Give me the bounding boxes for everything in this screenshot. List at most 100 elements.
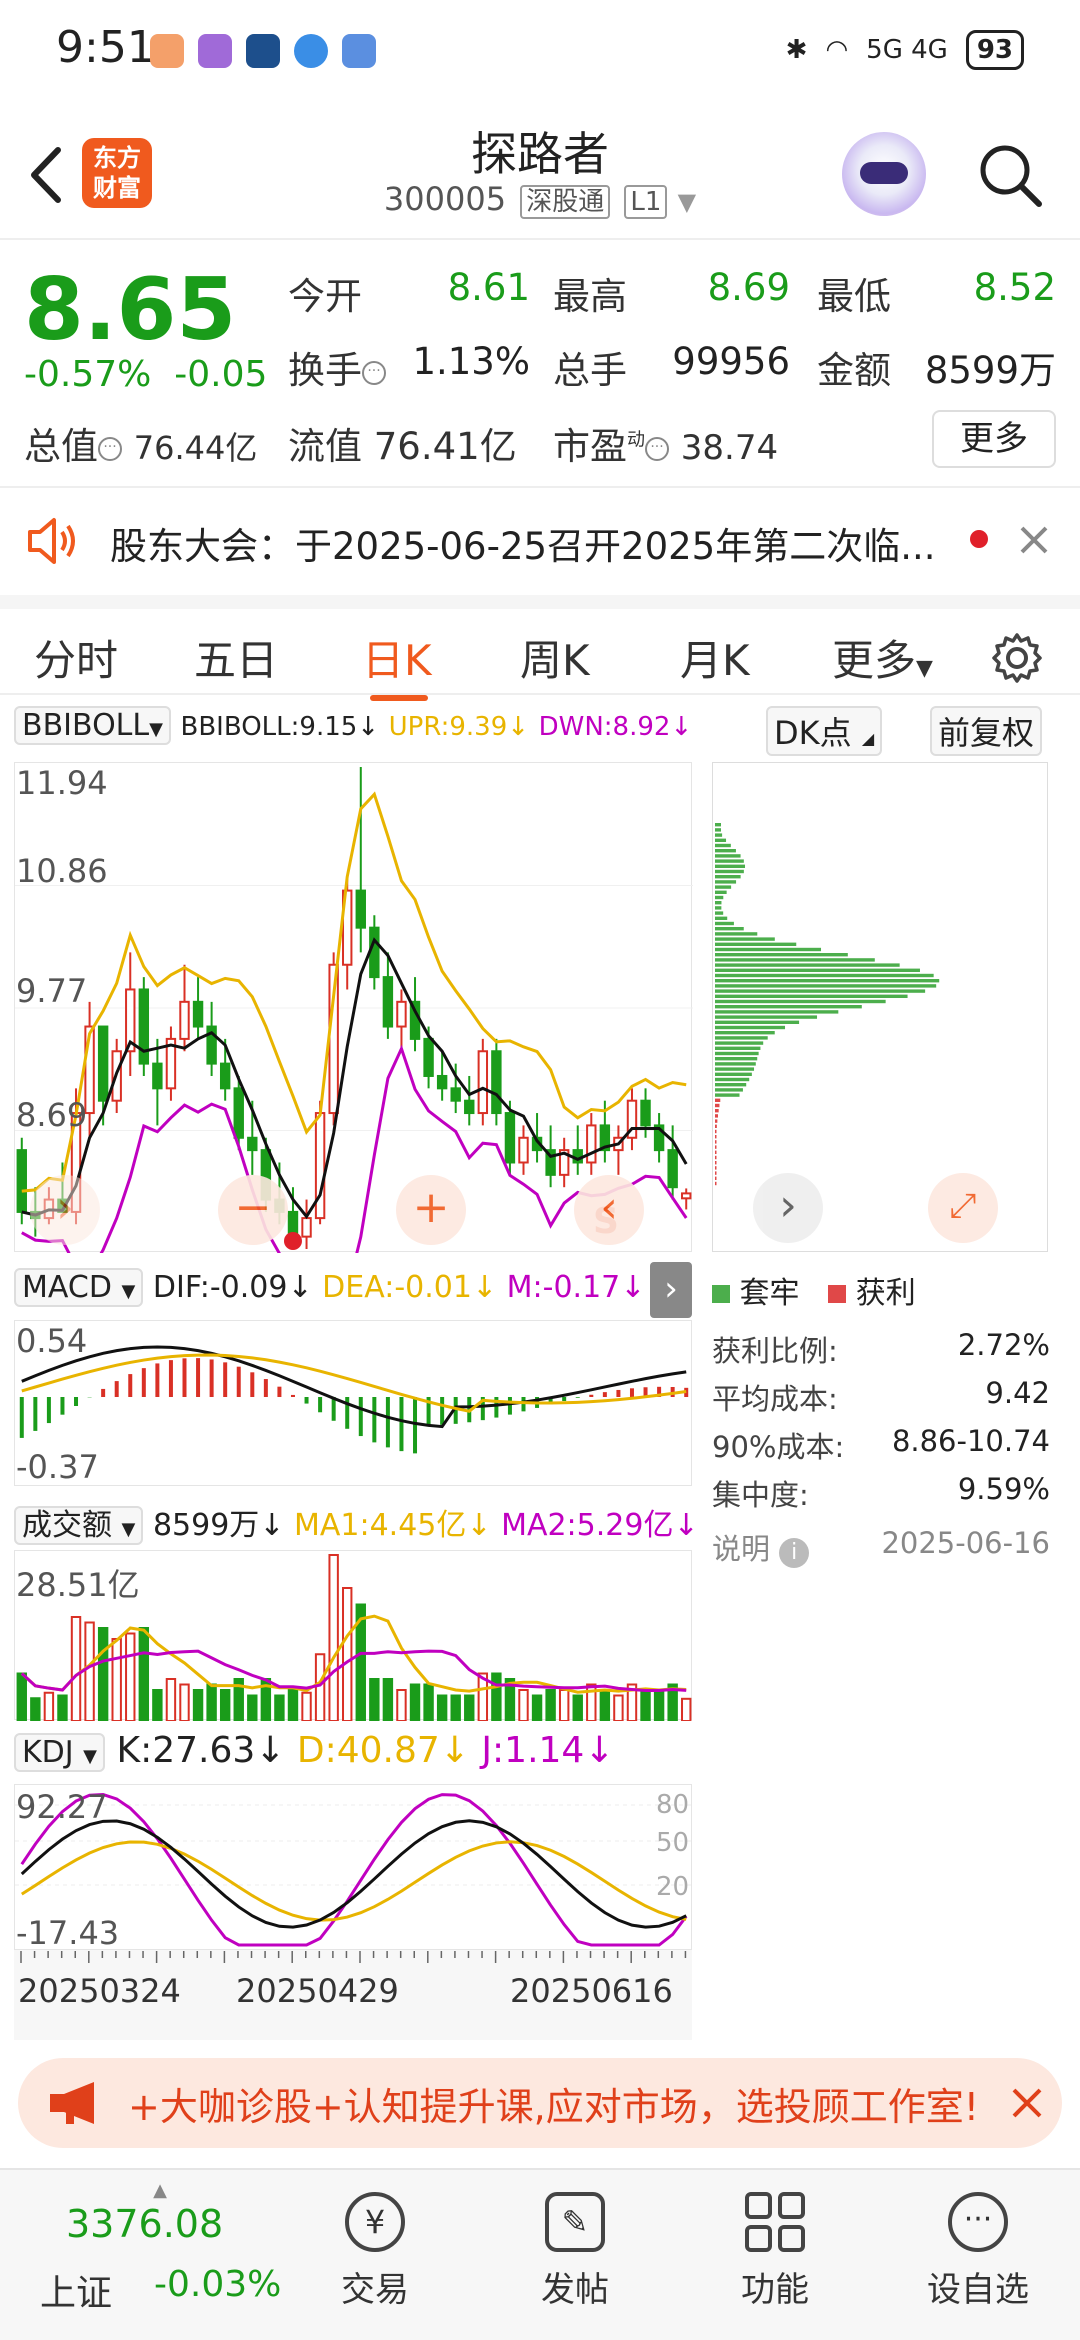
kdj-axis-label: 92.27 <box>16 1788 108 1826</box>
chip-distribution-panel[interactable]: › ⤢ <box>712 762 1048 1252</box>
volume-bar <box>314 1653 326 1722</box>
dropdown-corner-icon: ◢ <box>861 729 875 748</box>
gear-icon[interactable] <box>990 631 1044 685</box>
volume-bar <box>125 1632 136 1722</box>
volume-bar <box>152 1689 163 1722</box>
search-icon[interactable] <box>975 140 1045 210</box>
nav-functions[interactable]: 功能 <box>700 2180 850 2311</box>
ma2-value: MA2:5.29亿↓ <box>501 1508 699 1543</box>
dk-point-select[interactable]: DK点 ◢ <box>766 706 883 756</box>
d-line <box>20 1840 687 1922</box>
chevron-right-icon[interactable]: › <box>753 1173 823 1243</box>
nav-add-watchlist[interactable]: ··· 设自选 <box>903 2180 1053 2311</box>
expand-icon[interactable]: ⤢ <box>928 1173 998 1243</box>
volume-bar <box>179 1683 190 1722</box>
chip-bar <box>715 895 724 900</box>
chip-bar <box>715 1140 717 1144</box>
app-notification-icon <box>198 34 232 68</box>
ai-assistant-avatar[interactable] <box>842 132 926 216</box>
volume-bar <box>342 1587 353 1722</box>
ad-banner[interactable]: +大咖诊股+认知提升课,应对市场，选投顾工作室! <box>18 2058 1062 2148</box>
volume-bar <box>16 1672 27 1722</box>
macd-select[interactable]: MACD ▼ <box>14 1268 144 1307</box>
k-line <box>20 1819 687 1929</box>
chip-bar <box>715 838 727 842</box>
kline-panel[interactable]: S <box>14 762 693 1305</box>
ad-text[interactable]: +大咖诊股+认知提升课,应对市场，选投顾工作室! <box>128 2076 979 2131</box>
volume-value: 99956 <box>672 340 790 383</box>
level-tag[interactable]: L1 <box>624 185 668 219</box>
volume-select[interactable]: 成交额 ▼ <box>14 1506 144 1545</box>
tab-daily-k[interactable]: 日K <box>362 627 432 688</box>
tab-intraday[interactable]: 分时 <box>34 627 118 688</box>
adjust-select[interactable]: 前复权 <box>930 706 1043 756</box>
volume-bar <box>247 1694 258 1722</box>
notice-text[interactable]: 股东大会：于2025-06-25召开2025年第二次临... <box>110 516 935 570</box>
chip-bar <box>715 890 727 894</box>
volume-bar <box>328 1554 339 1722</box>
candle-body <box>504 1112 516 1164</box>
volume-bar <box>43 1691 55 1722</box>
nav-trade[interactable]: ¥ 交易 <box>300 2180 450 2311</box>
volume-bar <box>219 1689 231 1722</box>
info-dots-icon[interactable]: ··· <box>98 436 122 461</box>
volume-indicator-row: 成交额 ▼ 8599万↓ MA1:4.45亿↓ MA2:5.29亿↓ <box>14 1500 699 1545</box>
date-axis-ticks <box>20 1951 687 1963</box>
index-value: 3376.08 <box>66 2202 224 2246</box>
chip-bar <box>715 1088 743 1092</box>
volume-bar <box>396 1689 407 1722</box>
notice-bar[interactable]: 股东大会：于2025-06-25召开2025年第二次临... <box>0 490 1080 590</box>
change-amount: -0.05 <box>174 354 268 395</box>
volume-bar <box>165 1678 177 1722</box>
close-icon[interactable] <box>1016 522 1052 558</box>
chip-date: 2025-06-16 <box>881 1526 1050 1560</box>
chip-bar <box>715 1077 750 1082</box>
tab-weekly-k[interactable]: 周K <box>520 627 590 688</box>
candle-body <box>667 1149 678 1189</box>
chip-note[interactable]: 说明 i <box>712 1526 810 1568</box>
chip-bar <box>715 1119 718 1123</box>
volume-bar <box>436 1694 448 1722</box>
macd-panel[interactable] <box>14 1320 692 1486</box>
chip-bar <box>715 999 886 1004</box>
unread-dot <box>970 530 988 548</box>
info-dots-icon[interactable]: ··· <box>645 436 669 461</box>
low-value: 8.52 <box>973 266 1056 309</box>
tab-monthly-k[interactable]: 月K <box>680 627 750 688</box>
chip-bar <box>715 1155 717 1160</box>
volume-bar <box>531 1694 543 1722</box>
dropdown-triangle-icon[interactable]: ▼ <box>678 188 696 216</box>
scroll-left-button[interactable]: ‹ <box>574 1175 644 1245</box>
scroll-right-button[interactable]: › <box>30 1175 100 1245</box>
chip-bar <box>715 963 900 967</box>
dropdown-triangle-icon: ▼ <box>916 656 933 681</box>
candle-body <box>586 1124 597 1164</box>
main-indicator-select[interactable]: BBIBOLL▼ <box>14 706 171 745</box>
chip-bar <box>715 1083 747 1087</box>
dea-value: DEA:-0.01↓ <box>322 1270 498 1305</box>
tab-more[interactable]: 更多▼ <box>832 627 933 688</box>
zoom-in-button[interactable]: + <box>396 1175 466 1245</box>
candle-body <box>233 1087 244 1139</box>
float-label-text: 流值 <box>288 425 362 468</box>
chart-period-tabs: 分时 五日 日K 周K 月K 更多▼ <box>0 595 1080 701</box>
network-indicator: 5G 4G <box>866 35 948 65</box>
chip-bar <box>715 942 797 946</box>
m-value: M:-0.17↓ <box>506 1270 646 1305</box>
kdj-axis-label: -17.43 <box>16 1914 120 1952</box>
chip-bar <box>715 1025 786 1030</box>
zoom-out-button[interactable]: − <box>218 1175 288 1245</box>
turnover-label-text: 换手 <box>288 349 362 392</box>
more-button[interactable]: 更多 <box>932 410 1056 468</box>
close-icon[interactable] <box>1008 2084 1046 2122</box>
tab-five-day[interactable]: 五日 <box>194 627 278 688</box>
nav-post[interactable]: ✎ 发帖 <box>500 2180 650 2311</box>
info-dots-icon[interactable]: ··· <box>362 360 386 385</box>
chevron-right-icon[interactable]: › <box>650 1262 692 1318</box>
index-ticker[interactable]: ▲ 3376.08 上证 -0.03% <box>30 2180 290 2314</box>
chip-bar <box>715 1093 740 1097</box>
tab-more-label: 更多 <box>832 636 917 685</box>
float-value: 76.41亿 <box>373 425 517 468</box>
volume-bar <box>572 1694 583 1722</box>
kdj-select[interactable]: KDJ ▼ <box>14 1733 106 1772</box>
